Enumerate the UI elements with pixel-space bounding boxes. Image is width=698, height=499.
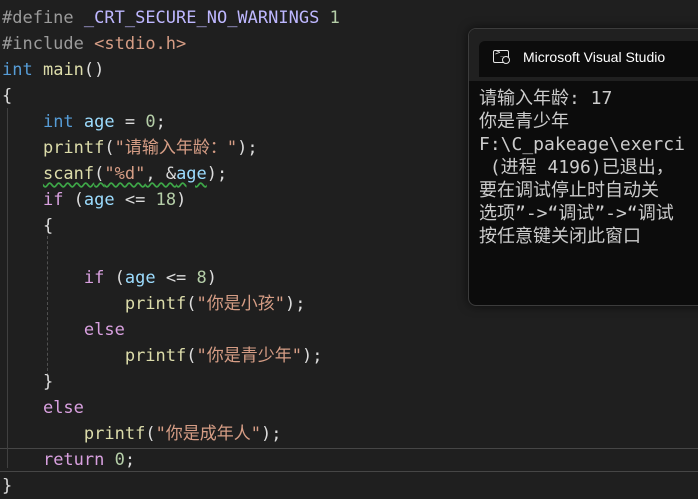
punctuation: ( [94, 164, 105, 184]
variable: age [124, 268, 156, 288]
console-line: 按任意键关闭此窗口 [479, 226, 641, 247]
punctuation: ); [237, 138, 258, 158]
debug-console-window[interactable]: >_ Microsoft Visual Studio 请输入年龄: 17 你是青… [468, 28, 698, 306]
punctuation: ( [104, 138, 115, 158]
function-name: printf [124, 346, 187, 366]
punctuation: ; [155, 112, 166, 132]
operator: <= [114, 190, 156, 210]
control-keyword: else [42, 398, 84, 418]
code-line-11: if (age <= 8) [2, 265, 217, 291]
string-literal: "请输入年龄：" [114, 138, 238, 158]
punctuation: ) [176, 190, 187, 210]
number-literal: 8 [196, 268, 207, 288]
operator: = [114, 112, 146, 132]
number-literal: 18 [155, 190, 177, 210]
punctuation: () [83, 60, 105, 80]
string-literal: "%d" [104, 164, 146, 184]
string-literal: "你是成年人" [155, 424, 262, 444]
code-line-3: int main() [2, 57, 104, 83]
code-line-7: scanf("%d", &age); [2, 161, 227, 187]
code-line-12: printf("你是小孩"); [2, 291, 306, 317]
code-line-4: { [2, 83, 12, 109]
brace: { [2, 86, 13, 106]
punctuation: ( [186, 294, 197, 314]
punctuation: ); [301, 346, 323, 366]
number-literal: 0 [114, 450, 125, 470]
code-line-14: printf("你是青少年"); [2, 343, 323, 369]
brace: } [2, 476, 13, 496]
punctuation: ); [261, 424, 282, 444]
punctuation: ; [124, 450, 136, 470]
code-line-17: printf("你是成年人"); [2, 421, 282, 447]
console-line: 请输入年龄: 17 [479, 88, 613, 109]
number-literal: 0 [145, 112, 156, 132]
code-line-8: if (age <= 18) [2, 187, 186, 213]
include-header: <stdio.h> [94, 34, 187, 54]
punctuation: ( [186, 346, 197, 366]
code-line-1: #define _CRT_SECURE_NO_WARNINGS 1 [2, 5, 340, 31]
brace: } [42, 372, 54, 392]
variable: age [83, 112, 115, 132]
punctuation: ); [206, 164, 228, 184]
code-line-15: } [2, 369, 53, 395]
console-titlebar[interactable]: >_ Microsoft Visual Studio [469, 29, 698, 81]
console-line: F:\C_pakeage\exerci [479, 134, 685, 155]
code-line-6: printf("请输入年龄："); [2, 135, 258, 161]
control-keyword: return [42, 450, 105, 470]
code-line-9: { [2, 213, 53, 239]
function-name: main [42, 60, 84, 80]
warning-squiggle[interactable]: scanf("%d", &age [43, 164, 207, 184]
string-literal: "你是青少年" [196, 346, 302, 366]
macro-name: _CRT_SECURE_NO_WARNINGS [83, 8, 320, 28]
code-line-16: else [2, 395, 84, 421]
console-title: Microsoft Visual Studio [523, 49, 666, 65]
control-keyword: if [42, 190, 64, 210]
console-line: (进程 4196)已退出， [479, 157, 674, 178]
punctuation: ) [206, 268, 218, 288]
preprocessor-directive: #define [2, 8, 74, 28]
punctuation: ( [104, 268, 125, 288]
function-name: printf [83, 424, 146, 444]
console-line: 选项”->“调试”->“调试 [479, 203, 674, 224]
console-line: 你是青少年 [479, 111, 569, 132]
punctuation: , & [145, 164, 177, 184]
punctuation: ( [63, 190, 84, 210]
punctuation: ); [284, 294, 306, 314]
string-literal: "你是小孩" [196, 294, 285, 314]
function-name: printf [124, 294, 187, 314]
console-line: 要在调试停止时自动关 [479, 180, 659, 201]
punctuation: ( [145, 424, 156, 444]
variable: age [176, 164, 207, 184]
code-line-13: else [2, 317, 125, 343]
type-keyword: int [42, 112, 74, 132]
preprocessor-directive: #include [2, 34, 84, 54]
code-line-18: return 0; [2, 447, 135, 473]
console-icon: >_ [493, 48, 510, 64]
brace: { [42, 216, 54, 236]
console-tab[interactable]: >_ Microsoft Visual Studio [479, 41, 698, 77]
control-keyword: else [83, 320, 125, 340]
function-name: scanf [42, 164, 95, 184]
function-name: printf [42, 138, 105, 158]
variable: age [83, 190, 115, 210]
type-keyword: int [2, 60, 33, 80]
operator: <= [155, 268, 197, 288]
code-line-19: } [2, 473, 12, 499]
code-line-5: int age = 0; [2, 109, 166, 135]
code-line-2: #include <stdio.h> [2, 31, 186, 57]
number-literal: 1 [329, 8, 340, 28]
control-keyword: if [83, 268, 105, 288]
